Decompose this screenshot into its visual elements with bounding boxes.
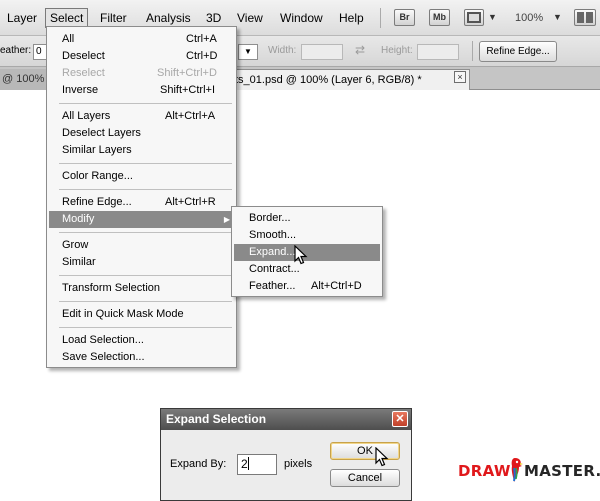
width-input[interactable] [301, 44, 343, 60]
menu-item-all[interactable]: All Ctrl+A [49, 31, 234, 48]
tab-close-icon[interactable]: × [454, 71, 466, 83]
menu-filter[interactable]: Filter [96, 8, 131, 28]
width-label: Width: [268, 45, 297, 56]
menu-window[interactable]: Window [276, 8, 327, 28]
menu-help[interactable]: Help [335, 8, 368, 28]
menubar-separator [380, 8, 381, 28]
menu-separator [59, 232, 232, 233]
bridge-icon[interactable]: Br [394, 9, 415, 26]
menu-item-modify[interactable]: Modify ▶ [49, 211, 234, 228]
tab-active-label: ts_01.psd @ 100% (Layer 6, RGB/8) * [235, 74, 422, 86]
height-input[interactable] [417, 44, 459, 60]
menu-item-color-range[interactable]: Color Range... [49, 168, 234, 185]
zoom-level[interactable]: 100% [511, 8, 547, 28]
menu-view[interactable]: View [233, 8, 267, 28]
tab-left-document[interactable]: @ 100% [0, 69, 48, 90]
menu-item-all-layers[interactable]: All Layers Alt+Ctrl+A [49, 108, 234, 125]
expand-by-label: Expand By: [170, 458, 227, 470]
menu-item-inverse[interactable]: Inverse Shift+Ctrl+I [49, 82, 234, 99]
style-dropdown-caret-icon: ▼ [244, 47, 252, 56]
menu-separator [59, 163, 232, 164]
menu-separator [59, 327, 232, 328]
menu-item-deselect[interactable]: Deselect Ctrl+D [49, 48, 234, 65]
menu-select[interactable]: Select [45, 8, 89, 28]
mini-bridge-icon[interactable]: Mb [429, 9, 450, 26]
expand-by-value: 2 [241, 457, 248, 471]
feather-input[interactable]: 0 [33, 44, 47, 60]
options-separator [472, 41, 473, 61]
zoom-caret-icon[interactable]: ▼ [553, 12, 562, 22]
menu-separator [59, 189, 232, 190]
menu-3d[interactable]: 3D [202, 8, 225, 28]
menu-item-smooth[interactable]: Smooth... [234, 227, 380, 244]
screen-mode-caret-icon[interactable]: ▼ [488, 12, 497, 22]
menu-item-similar[interactable]: Similar [49, 254, 234, 271]
cancel-button[interactable]: Cancel [330, 469, 400, 487]
tab-active-document[interactable]: ts_01.psd @ 100% (Layer 6, RGB/8) * [235, 69, 470, 90]
watermark-text-draw: DRAW [458, 462, 511, 480]
menu-separator [59, 275, 232, 276]
menu-item-grow[interactable]: Grow [49, 237, 234, 254]
expand-by-input[interactable]: 2 [237, 454, 277, 475]
menu-item-border[interactable]: Border... [234, 210, 380, 227]
mouse-pointer-icon [294, 245, 308, 265]
menu-analysis[interactable]: Analysis [142, 8, 195, 28]
screen-mode-icon[interactable] [464, 9, 484, 26]
menu-item-quick-mask[interactable]: Edit in Quick Mask Mode [49, 306, 234, 323]
dialog-title: Expand Selection [161, 409, 411, 430]
submenu-arrow-icon: ▶ [223, 215, 230, 224]
menu-separator [59, 103, 232, 104]
menu-separator [59, 301, 232, 302]
swap-icon[interactable]: ⇄ [355, 43, 365, 57]
menu-layer[interactable]: Layer [3, 8, 41, 28]
height-label: Height: [381, 45, 413, 56]
menu-item-similar-layers[interactable]: Similar Layers [49, 142, 234, 159]
text-caret [247, 457, 249, 470]
dialog-close-icon[interactable]: ✕ [392, 411, 408, 427]
pixels-label: pixels [284, 458, 313, 470]
style-dropdown[interactable]: ▼ [238, 44, 258, 60]
menu-item-transform-selection[interactable]: Transform Selection [49, 280, 234, 297]
refine-edge-button[interactable]: Refine Edge... [479, 41, 557, 62]
menu-item-refine-edge[interactable]: Refine Edge... Alt+Ctrl+R [49, 194, 234, 211]
menu-item-load-selection[interactable]: Load Selection... [49, 332, 234, 349]
menu-item-reselect: Reselect Shift+Ctrl+D [62, 67, 217, 79]
menu-item-deselect-layers[interactable]: Deselect Layers [49, 125, 234, 142]
mouse-pointer-icon [375, 447, 389, 467]
ok-button[interactable]: OK [330, 442, 400, 460]
watermark-text-master: MASTER.RU [524, 462, 600, 480]
arrange-documents-icon[interactable] [574, 9, 596, 26]
menu-item-save-selection[interactable]: Save Selection... [49, 349, 234, 366]
menu-item-feather[interactable]: Feather... Alt+Ctrl+D [234, 278, 380, 295]
feather-label: eather: [0, 45, 32, 56]
drawmaster-watermark: DRAW MASTER.RU [458, 456, 600, 486]
select-menu: All Ctrl+A Deselect Ctrl+D Reselect Shif… [46, 26, 237, 368]
parrot-logo-icon [511, 458, 523, 482]
